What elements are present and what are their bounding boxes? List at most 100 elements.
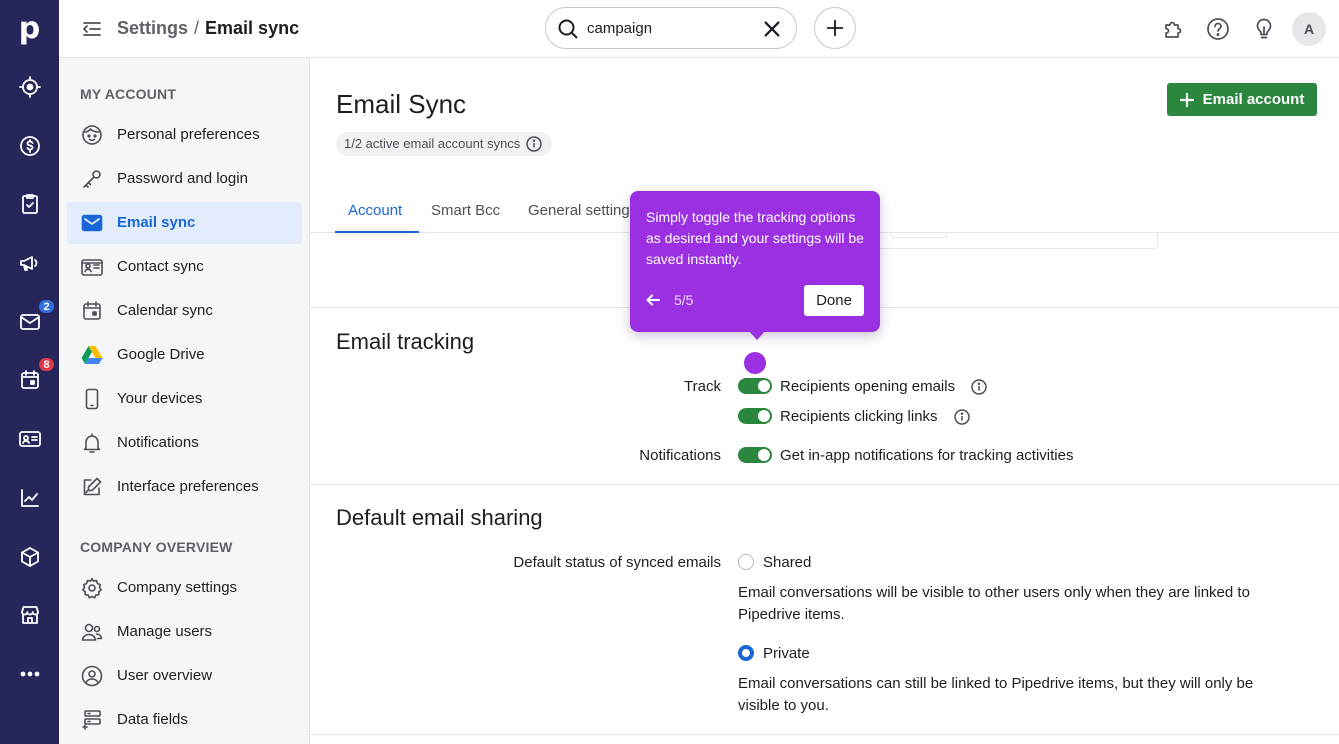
- sidebar-item-email-sync[interactable]: Email sync: [67, 202, 302, 244]
- radio-shared[interactable]: [738, 554, 754, 570]
- dollar-icon[interactable]: [0, 124, 59, 168]
- target-icon[interactable]: [0, 65, 59, 109]
- main-content: Email Sync 1/2 active email account sync…: [310, 58, 1339, 744]
- sidebar-item-label: User overview: [117, 667, 213, 684]
- tour-message: Simply toggle the tracking options as de…: [646, 209, 864, 267]
- search-input[interactable]: [587, 17, 747, 39]
- add-email-account-button[interactable]: Email account: [1167, 83, 1317, 116]
- contact-card-icon[interactable]: [0, 417, 59, 461]
- sidebar-item-calendar-sync[interactable]: Calendar sync: [67, 290, 302, 332]
- sidebar-item-password-login[interactable]: Password and login: [67, 158, 302, 200]
- tab-account[interactable]: Account: [348, 202, 402, 220]
- breadcrumb: Settings / Email sync: [117, 17, 299, 39]
- email-tracking-title: Email tracking: [336, 329, 475, 354]
- tour-done-button[interactable]: Done: [804, 285, 864, 316]
- sync-status-text: 1/2 active email account syncs: [344, 136, 521, 151]
- face-icon: [80, 123, 104, 147]
- tour-hotspot[interactable]: [744, 352, 766, 374]
- app-rail: p 2 8: [0, 0, 59, 744]
- sidebar-item-company-settings[interactable]: Company settings: [67, 567, 302, 609]
- plus-icon: [1179, 92, 1194, 107]
- megaphone-icon[interactable]: [0, 241, 59, 285]
- sidebar-item-label: Personal preferences: [117, 126, 260, 143]
- lightbulb-icon[interactable]: [1251, 16, 1277, 42]
- sidebar-item-label: Company settings: [117, 579, 238, 596]
- calendar-icon[interactable]: 8: [0, 356, 59, 402]
- settings-sidebar: MY ACCOUNT Personal preferences Password…: [59, 58, 310, 744]
- mail-badge: 2: [37, 298, 56, 315]
- gear-icon: [80, 576, 104, 600]
- sidebar-item-manage-users[interactable]: Manage users: [67, 611, 302, 653]
- account-card-button-edge: [890, 233, 948, 238]
- contact-card-icon: [80, 255, 104, 279]
- arrow-left-icon[interactable]: [646, 293, 660, 307]
- help-icon[interactable]: [1205, 16, 1231, 42]
- sidebar-item-label: Your devices: [117, 390, 203, 407]
- sidebar-item-label: Interface preferences: [117, 478, 259, 495]
- breadcrumb-settings[interactable]: Settings: [117, 18, 188, 38]
- add-email-account-label: Email account: [1202, 91, 1305, 108]
- sidebar-item-label: Google Drive: [117, 346, 205, 363]
- clear-search-icon[interactable]: [761, 18, 783, 40]
- edit-square-icon: [80, 475, 104, 499]
- mail-icon[interactable]: 2: [0, 298, 59, 344]
- more-icon[interactable]: [0, 652, 59, 696]
- chart-line-icon[interactable]: [0, 476, 59, 520]
- search-box: [545, 7, 797, 49]
- page-title: Email Sync: [336, 89, 467, 119]
- tab-general-settings[interactable]: General setting: [528, 202, 630, 220]
- tracking-notifications-label: Get in-app notifications for tracking ac…: [780, 447, 1074, 464]
- notifications-label: Notifications: [639, 447, 721, 464]
- sidebar-item-notifications[interactable]: Notifications: [67, 422, 302, 464]
- sidebar-item-interface-preferences[interactable]: Interface preferences: [67, 466, 302, 508]
- store-icon[interactable]: [0, 593, 59, 637]
- calendar-badge: 8: [37, 356, 56, 373]
- sidebar-item-contact-sync[interactable]: Contact sync: [67, 246, 302, 288]
- tour-tooltip: Simply toggle the tracking options as de…: [630, 191, 880, 332]
- sidebar-item-label: Notifications: [117, 434, 199, 451]
- sidebar-item-user-overview[interactable]: User overview: [67, 655, 302, 697]
- sidebar-item-data-fields[interactable]: Data fields: [67, 699, 302, 741]
- sidebar-item-google-drive[interactable]: Google Drive: [67, 334, 302, 376]
- shared-label: Shared: [763, 554, 812, 571]
- sidebar-item-label: Password and login: [117, 170, 248, 187]
- top-bar: Settings /Email sync A: [59, 0, 1339, 58]
- avatar[interactable]: A: [1292, 12, 1326, 46]
- clipboard-check-icon[interactable]: [0, 182, 59, 226]
- private-description: Email conversations can still be linked …: [738, 675, 1254, 714]
- email-sharing-title: Default email sharing: [336, 505, 543, 530]
- sidebar-item-label: Manage users: [117, 623, 213, 640]
- data-fields-icon: [80, 708, 104, 732]
- sidebar-item-label: Email sync: [117, 214, 196, 231]
- pipedrive-logo[interactable]: p: [0, 0, 59, 57]
- tour-pointer: [748, 330, 766, 340]
- box-icon[interactable]: [0, 535, 59, 579]
- breadcrumb-separator: /: [194, 18, 200, 38]
- sidebar-item-personal-preferences[interactable]: Personal preferences: [67, 114, 302, 156]
- quick-add-button[interactable]: [814, 7, 856, 49]
- info-icon[interactable]: [954, 409, 970, 425]
- collapse-menu-icon[interactable]: [80, 17, 104, 41]
- sidebar-item-label: Data fields: [117, 711, 188, 728]
- my-account-heading: MY ACCOUNT: [80, 86, 177, 102]
- plus-icon: [826, 19, 844, 37]
- phone-icon: [80, 387, 104, 411]
- tab-smart-bcc[interactable]: Smart Bcc: [431, 202, 500, 220]
- mail-filled-icon: [80, 211, 104, 235]
- puzzle-icon[interactable]: [1161, 16, 1187, 42]
- sidebar-item-label: Contact sync: [117, 258, 204, 275]
- sync-status-badge: 1/2 active email account syncs: [336, 132, 553, 156]
- key-icon: [80, 167, 104, 191]
- info-icon[interactable]: [971, 379, 987, 395]
- info-icon[interactable]: [526, 136, 543, 152]
- section-divider: [310, 734, 1339, 735]
- toggle-tracking-notifications[interactable]: [738, 447, 772, 463]
- private-label: Private: [763, 645, 810, 662]
- shared-description: Email conversations will be visible to o…: [738, 584, 1250, 623]
- toggle-opening-emails[interactable]: [738, 378, 772, 394]
- toggle-clicking-links[interactable]: [738, 408, 772, 424]
- sidebar-item-your-devices[interactable]: Your devices: [67, 378, 302, 420]
- company-overview-heading: COMPANY OVERVIEW: [80, 539, 233, 555]
- breadcrumb-current: Email sync: [205, 18, 300, 38]
- radio-private[interactable]: [738, 645, 754, 661]
